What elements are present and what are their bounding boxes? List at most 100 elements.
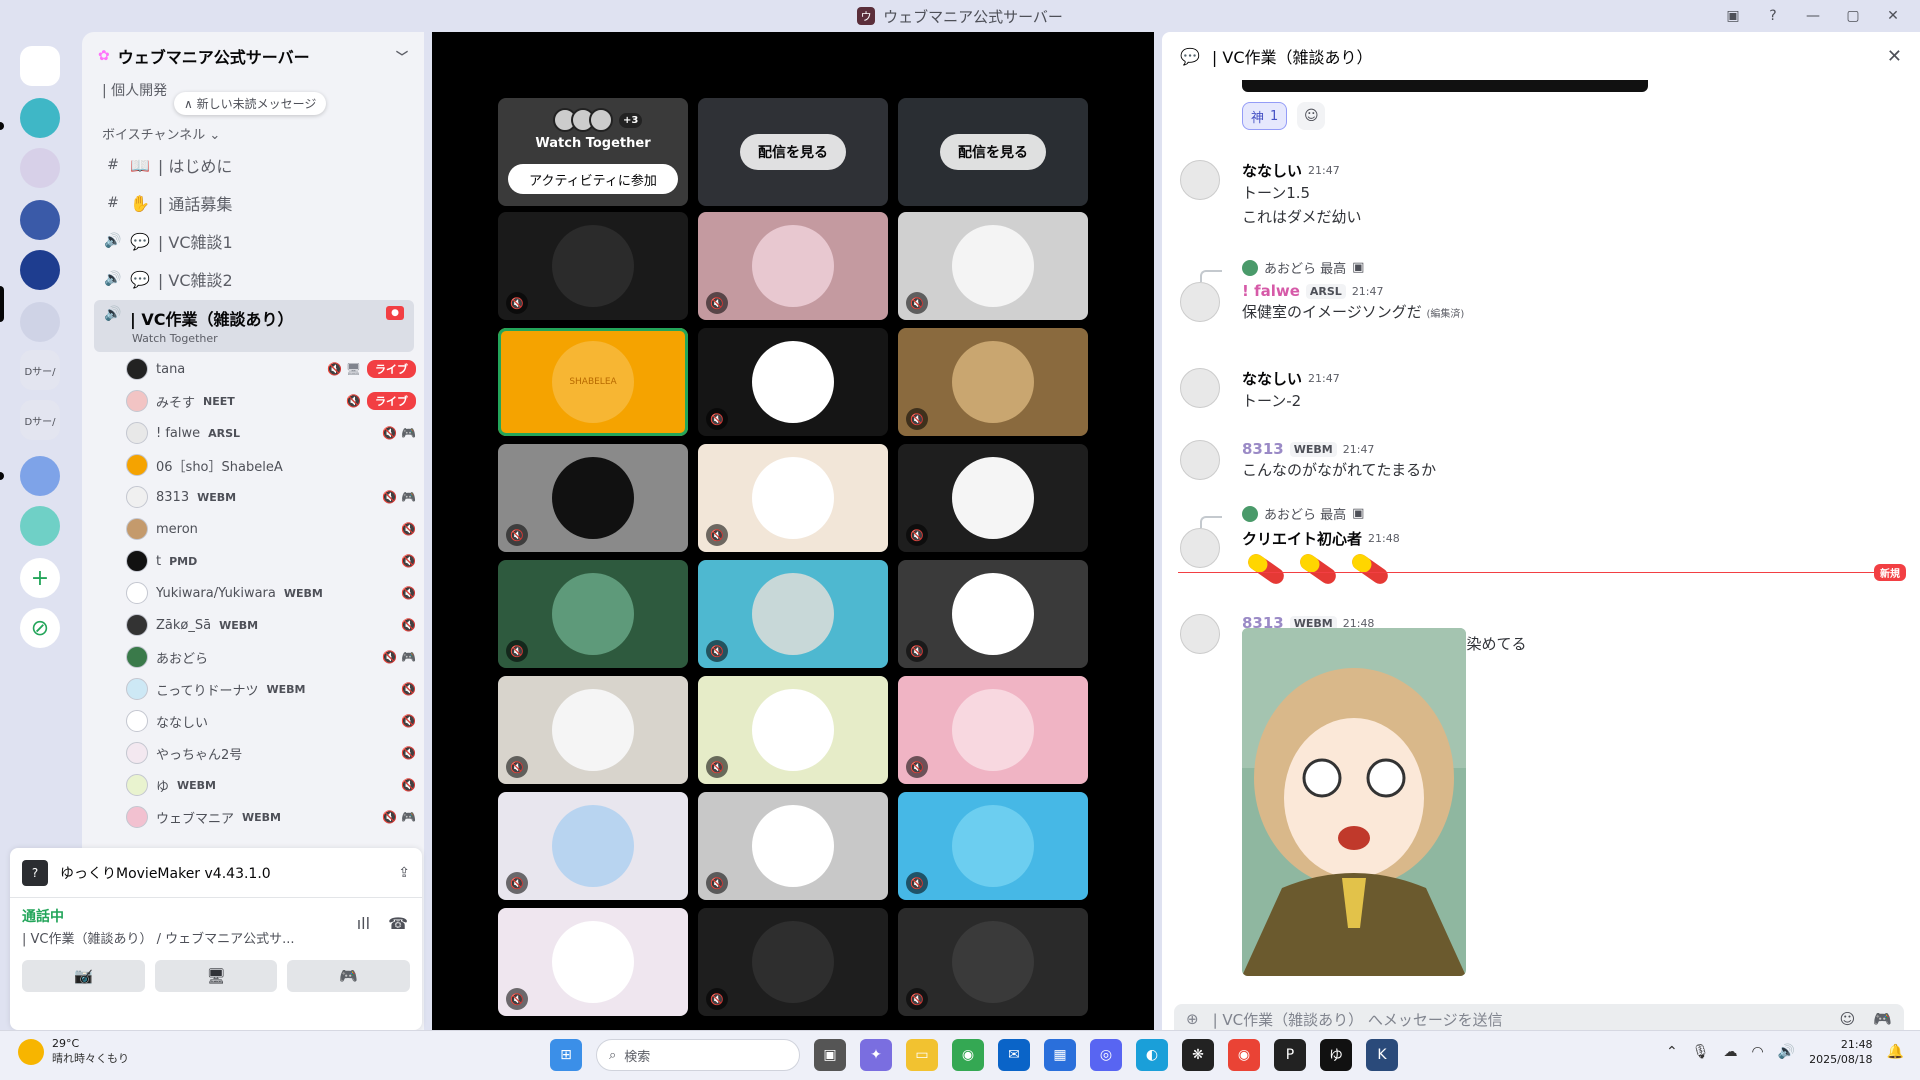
- server-folder-7[interactable]: Dサー/: [20, 400, 60, 440]
- avatar[interactable]: [1180, 614, 1220, 654]
- close-chat-icon[interactable]: ✕: [1887, 46, 1902, 67]
- server-avatar-9[interactable]: [20, 506, 60, 546]
- new-messages-pill[interactable]: ∧ 新しい未読メッセージ: [174, 92, 327, 115]
- apps-icon[interactable]: 🎮: [1873, 1010, 1892, 1028]
- avatar[interactable]: [1180, 282, 1220, 322]
- inbox-icon[interactable]: ▣: [1716, 4, 1750, 28]
- clock[interactable]: 21:48 2025/08/18: [1809, 1037, 1872, 1067]
- server-avatar-3[interactable]: [20, 200, 60, 240]
- chevron-down-icon[interactable]: ﹀: [396, 48, 408, 65]
- participant-tile[interactable]: 🔇: [898, 676, 1088, 784]
- edge-icon[interactable]: ◐: [1136, 1039, 1168, 1071]
- server-header[interactable]: ✿ ウェブマニア公式サーバー ﹀: [82, 32, 424, 80]
- disconnect-icon[interactable]: ☎: [388, 914, 408, 933]
- stream-game-icon[interactable]: ⇪: [398, 865, 410, 881]
- taskbar-search[interactable]: ⌕ 検索: [596, 1039, 800, 1071]
- avatar[interactable]: [1180, 440, 1220, 480]
- server-avatar-2[interactable]: [20, 148, 60, 188]
- voice-user[interactable]: やっちゃん2号 🔇: [126, 740, 416, 766]
- avatar[interactable]: [1180, 528, 1220, 568]
- camera-button[interactable]: 📷̸: [22, 960, 145, 992]
- watch-together-tile[interactable]: +3 Watch Together アクティビティに参加: [498, 98, 688, 206]
- server-avatar-4[interactable]: [20, 250, 60, 290]
- participant-tile[interactable]: 🔇: [698, 792, 888, 900]
- maximize-button[interactable]: ▢: [1836, 4, 1870, 28]
- participant-tile[interactable]: 🔇: [898, 560, 1088, 668]
- voice-user[interactable]: Yukiwara/Yukiwara WEBM 🔇: [126, 580, 416, 606]
- participant-tile[interactable]: 🔇: [498, 212, 688, 320]
- server-discover-11[interactable]: ⊘: [20, 608, 60, 648]
- app-icon-yu[interactable]: ゆ: [1320, 1039, 1352, 1071]
- stream-tile[interactable]: 配信を見る: [698, 98, 888, 206]
- image-attachment[interactable]: [1242, 628, 1466, 976]
- server-add-10[interactable]: +: [20, 558, 60, 598]
- voice-user[interactable]: こってりドーナツ WEBM 🔇: [126, 676, 416, 702]
- author-name[interactable]: ななしい: [1242, 368, 1302, 389]
- voice-user[interactable]: Zākø_Sā WEBM 🔇: [126, 612, 416, 638]
- voice-user[interactable]: meron 🔇: [126, 516, 416, 542]
- voice-user[interactable]: 8313 WEBM 🔇 🎮: [126, 484, 416, 510]
- screen-share-button[interactable]: 🖥: [154, 960, 278, 992]
- volume-icon[interactable]: 🔊: [1778, 1044, 1795, 1060]
- author-name[interactable]: クリエイト初心者: [1242, 528, 1362, 549]
- author-name[interactable]: ななしい: [1242, 160, 1302, 181]
- start-button[interactable]: ⊞: [550, 1039, 582, 1071]
- voice-user[interactable]: tana 🔇 🖥 ライブ: [126, 356, 416, 382]
- noise-suppression-icon[interactable]: ıll: [357, 914, 370, 933]
- participant-tile[interactable]: 🔇: [498, 560, 688, 668]
- server-avatar-8[interactable]: [20, 456, 60, 496]
- weather-widget[interactable]: 29°C 晴れ時々くもり: [18, 1037, 129, 1066]
- add-reaction-icon[interactable]: ☺: [1297, 102, 1326, 130]
- minimize-button[interactable]: —: [1796, 4, 1830, 28]
- avatar[interactable]: [1180, 160, 1220, 200]
- participant-tile[interactable]: 🔇: [498, 792, 688, 900]
- help-icon[interactable]: ?: [1756, 4, 1790, 28]
- microphone-icon[interactable]: 🎙: [1692, 1044, 1710, 1060]
- server-folder-6[interactable]: Dサー/: [20, 350, 60, 390]
- chrome-icon[interactable]: ◉: [952, 1039, 984, 1071]
- participant-tile[interactable]: 🔇: [698, 560, 888, 668]
- participant-tile[interactable]: 🔇: [898, 792, 1088, 900]
- participant-tile[interactable]: SHABELEA: [498, 328, 688, 436]
- channel-item[interactable]: # ✋ | 通話募集: [94, 186, 414, 220]
- chrome-profile-icon[interactable]: ◉: [1228, 1039, 1260, 1071]
- voice-user[interactable]: t PMD 🔇: [126, 548, 416, 574]
- participant-tile[interactable]: 🔇: [498, 908, 688, 1016]
- avatar[interactable]: [1180, 368, 1220, 408]
- channel-item[interactable]: # 📖 | はじめに: [94, 148, 414, 182]
- server-avatar-5[interactable]: [20, 302, 60, 342]
- message[interactable]: ななしい 21:47 トーン1.5 これはダメだ幼い: [1180, 160, 1880, 229]
- reply-preview[interactable]: あおどら 最高 ▣: [1242, 258, 1364, 277]
- copilot-icon[interactable]: ✦: [860, 1039, 892, 1071]
- reply-preview[interactable]: あおどら 最高 ▣: [1242, 504, 1364, 523]
- voice-user[interactable]: ななしい 🔇: [126, 708, 416, 734]
- onedrive-icon[interactable]: ☁: [1724, 1044, 1738, 1060]
- mail-icon[interactable]: ✉: [998, 1039, 1030, 1071]
- channel-top[interactable]: | 個人開発: [102, 80, 167, 100]
- channel-item[interactable]: 🔊 💬 | VC雑談1: [94, 224, 414, 258]
- wifi-icon[interactable]: ◠: [1752, 1044, 1764, 1060]
- tray-overflow-icon[interactable]: ⌃: [1666, 1044, 1678, 1060]
- voice-user[interactable]: 06［sho］ShabeleA: [126, 452, 416, 478]
- voice-user[interactable]: みそす NEET 🔇 ライブ: [126, 388, 416, 414]
- participant-tile[interactable]: 🔇: [698, 444, 888, 552]
- activity-button[interactable]: 🎮: [287, 960, 411, 992]
- watch-stream-button[interactable]: 配信を見る: [940, 134, 1046, 170]
- participant-tile[interactable]: 🔇: [698, 328, 888, 436]
- discord-taskbar-icon[interactable]: ◎: [1090, 1039, 1122, 1071]
- server-avatar-1[interactable]: [20, 98, 60, 138]
- server-discord-0[interactable]: [20, 46, 60, 86]
- image-attachment-partial[interactable]: [1242, 80, 1648, 92]
- author-name[interactable]: 8313: [1242, 440, 1284, 458]
- participant-tile[interactable]: 🔇: [898, 212, 1088, 320]
- category-voice[interactable]: ボイスチャンネル ⌄: [102, 124, 220, 143]
- participant-tile[interactable]: 🔇: [898, 908, 1088, 1016]
- message[interactable]: ! falwe ARSL 21:47 保健室のイメージソングだ (編集済): [1180, 282, 1880, 327]
- message[interactable]: クリエイト初心者 21:48: [1180, 528, 1880, 593]
- reaction-god[interactable]: 神 1: [1242, 102, 1288, 130]
- join-activity-button[interactable]: アクティビティに参加: [508, 164, 678, 194]
- participant-tile[interactable]: 🔇: [898, 444, 1088, 552]
- close-button[interactable]: ✕: [1876, 4, 1910, 28]
- task-view-icon[interactable]: ▣: [814, 1039, 846, 1071]
- app-icon-p[interactable]: P: [1274, 1039, 1306, 1071]
